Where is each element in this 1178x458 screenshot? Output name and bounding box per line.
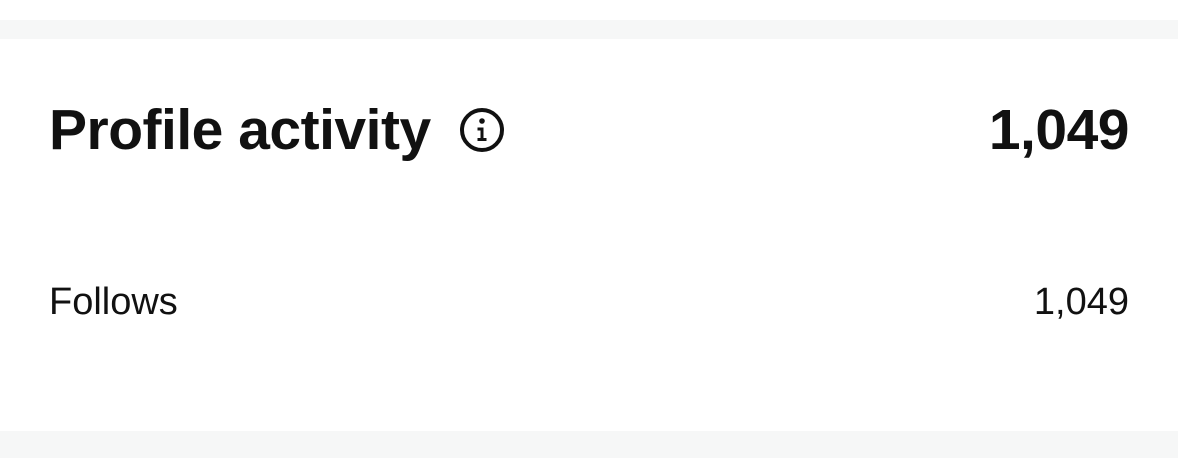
total-value: 1,049 <box>988 97 1130 162</box>
section-divider-bottom <box>0 431 1178 458</box>
section-title: Profile activity <box>49 97 431 162</box>
top-spacer <box>0 0 1178 20</box>
profile-activity-header: Profile activity 1,049 <box>49 95 1130 165</box>
metric-label: Follows <box>49 281 178 323</box>
metric-value: 1,049 <box>1033 281 1129 323</box>
info-icon[interactable] <box>459 107 505 153</box>
section-divider-top <box>0 20 1178 39</box>
metric-row-follows: Follows 1,049 <box>49 280 1129 324</box>
title-group: Profile activity <box>49 97 505 162</box>
